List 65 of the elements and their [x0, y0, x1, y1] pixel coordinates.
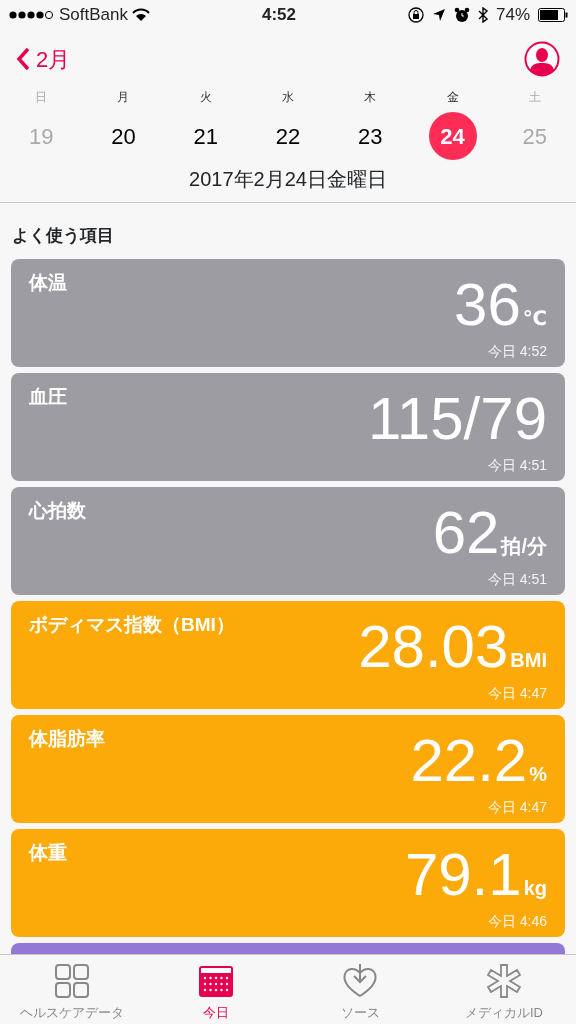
rotation-lock-icon [407, 7, 424, 23]
card-title: ボディマス指数（BMI） [29, 612, 235, 637]
tab-item[interactable]: ソース [288, 955, 432, 1024]
weekday-label: 土 [527, 89, 542, 106]
weekday-label: 木 [363, 89, 378, 106]
wifi-icon [132, 8, 150, 22]
date-button[interactable]: 21 [181, 112, 230, 160]
card-time: 今日 4:47 [487, 683, 547, 703]
location-icon [431, 8, 446, 22]
alarm-icon [453, 7, 470, 23]
weekday-label: 金 [445, 89, 460, 106]
card-time: 今日 4:51 [487, 455, 547, 475]
heart-download-icon [342, 962, 378, 999]
health-card[interactable]: 体温 36℃ 今日 4:52 [11, 258, 565, 367]
card-time: 今日 4:46 [487, 911, 547, 931]
carrier-name: SoftBank [59, 4, 128, 27]
card-value: 22.2 [410, 730, 528, 791]
card-unit: BMI [510, 649, 547, 670]
date-button[interactable]: 19 [17, 112, 66, 160]
card-time: 今日 4:47 [487, 797, 547, 817]
weekday-label: 月 [116, 89, 131, 106]
back-button[interactable]: 2月 [16, 42, 71, 76]
card-title: 血圧 [29, 384, 67, 409]
card-unit: % [529, 763, 547, 784]
date-button[interactable]: 25 [510, 112, 559, 160]
card-value: 36 [454, 274, 521, 335]
tab-item[interactable]: メディカルID [432, 955, 576, 1024]
health-card[interactable]: 心拍数 62拍/分 今日 4:51 [11, 486, 565, 595]
signal-icon [8, 9, 55, 21]
battery-percent: 74% [495, 4, 530, 27]
health-card[interactable]: 体脂肪率 22.2% 今日 4:47 [11, 714, 565, 823]
grid-icon [54, 962, 90, 999]
card-title: 体温 [29, 270, 67, 295]
health-card[interactable]: 血圧 115/79 今日 4:51 [11, 372, 565, 481]
date-button[interactable]: 22 [264, 112, 312, 160]
tab-item[interactable]: ヘルスケアデータ [0, 955, 144, 1024]
section-title: よく使う項目 [11, 225, 115, 247]
date-button[interactable]: 23 [346, 112, 395, 160]
profile-icon[interactable] [524, 41, 560, 77]
weekday-label: 日 [34, 89, 49, 106]
card-unit: kg [523, 877, 547, 898]
date-button[interactable]: 24 [428, 112, 477, 160]
card-time: 今日 4:52 [487, 341, 547, 361]
full-date: 2017年2月24日金曜日 [188, 167, 388, 192]
card-value: 79.1 [404, 844, 522, 905]
weekday-label: 水 [281, 89, 295, 106]
date-button[interactable]: 20 [99, 112, 148, 160]
card-unit: 拍/分 [501, 535, 547, 556]
card-title: 心拍数 [29, 498, 86, 523]
card-value: 28.03 [358, 616, 509, 677]
weekday-label: 火 [198, 89, 213, 106]
status-time: 4:52 [261, 4, 296, 27]
chevron-left-icon [16, 47, 30, 71]
card-title: 体重 [29, 840, 67, 865]
asterisk-icon [486, 962, 522, 999]
card-value: 115/79 [367, 388, 547, 449]
card-unit: ℃ [522, 307, 547, 328]
health-card[interactable]: ボディマス指数（BMI） 28.03 BMI 今日 4:47 [11, 600, 565, 709]
card-title: 体脂肪率 [29, 726, 105, 751]
tab-item[interactable]: 今日 [144, 955, 288, 1024]
health-card[interactable]: 体重 79.1 kg 今日 4:46 [11, 828, 565, 937]
card-value: 62 [432, 502, 500, 563]
bluetooth-icon [477, 7, 488, 23]
card-time: 今日 4:51 [487, 569, 547, 589]
battery-icon [538, 8, 568, 22]
